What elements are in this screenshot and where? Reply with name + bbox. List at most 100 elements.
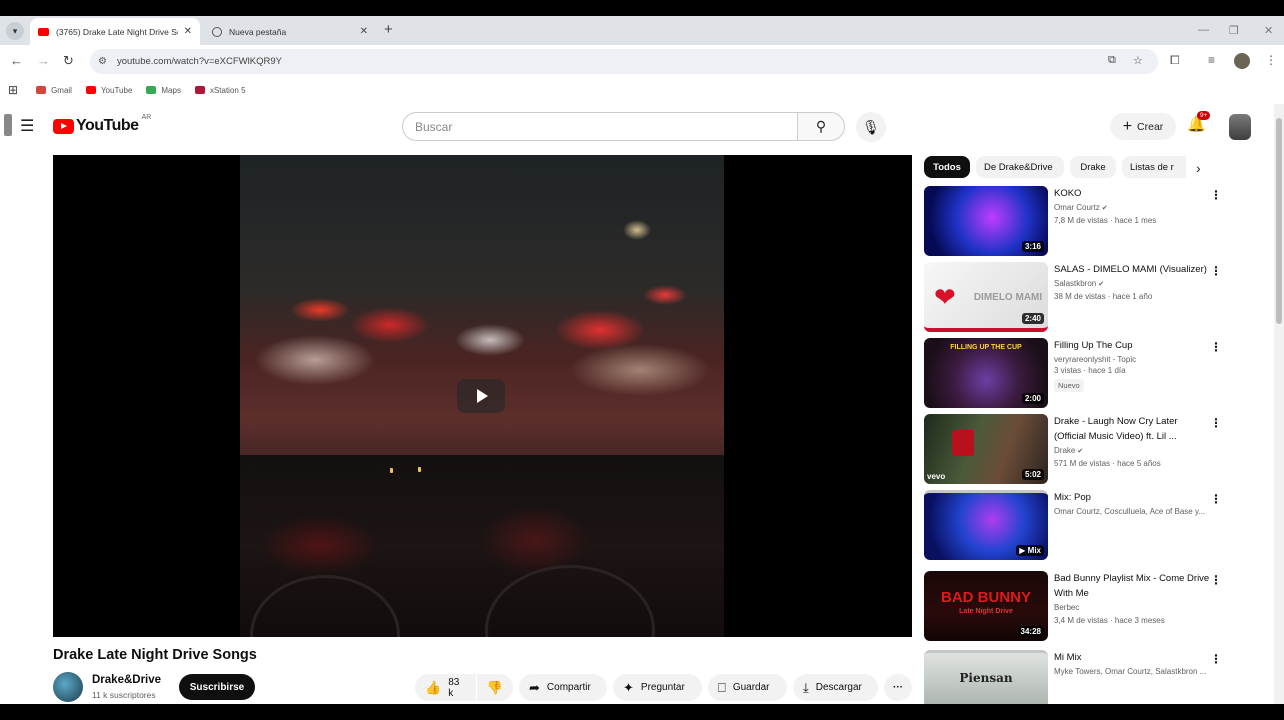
rec-title[interactable]: KOKO xyxy=(1054,186,1212,201)
rec-channel[interactable]: Drake xyxy=(1054,446,1075,455)
profile-avatar[interactable] xyxy=(1234,53,1250,69)
new-badge: Nuevo xyxy=(1054,379,1084,392)
back-icon[interactable]: ← xyxy=(10,53,23,69)
recommendation-item[interactable]: 3:16 KOKO Omar Courtz ✔ 7,8 M de vistas ·… xyxy=(924,186,1224,256)
youtube-logo[interactable]: YouTube AR xyxy=(53,114,151,135)
maximize-icon[interactable]: ❐ xyxy=(1229,24,1239,37)
browser-menu-icon[interactable]: ⋮ xyxy=(1265,53,1277,67)
rec-title[interactable]: Mi Mix xyxy=(1054,650,1212,665)
rec-menu-icon[interactable]: ⋮ xyxy=(1210,341,1222,353)
install-app-icon[interactable]: ⧉ xyxy=(1108,54,1116,67)
recommendation-item[interactable]: vevo 5:02 Drake - Laugh Now Cry Later (O… xyxy=(924,414,1224,484)
close-tab-icon[interactable]: ✕ xyxy=(184,26,192,37)
chip-todos[interactable]: Todos xyxy=(924,156,970,178)
video-thumbnail[interactable]: FILLING UP THE CUP 2:00 xyxy=(924,338,1048,408)
rec-menu-icon[interactable]: ⋮ xyxy=(1210,189,1222,201)
search-icon: ⚲ xyxy=(815,118,827,134)
chip-drake[interactable]: Drake xyxy=(1070,156,1116,178)
tab-search-button[interactable]: ▾ xyxy=(6,22,24,40)
rec-channel: Omar Courtz, Cosculluela, Ace of Base y.… xyxy=(1054,507,1206,516)
minimize-icon[interactable]: — xyxy=(1198,24,1209,36)
bookmark-youtube[interactable]: YouTube xyxy=(85,86,132,95)
close-tab-icon[interactable]: ✕ xyxy=(360,26,368,37)
video-thumbnail[interactable]: ▶ Mix xyxy=(924,490,1048,560)
more-actions-button[interactable]: ··· xyxy=(884,674,912,701)
rec-menu-icon[interactable]: ⋮ xyxy=(1210,574,1222,586)
video-thumbnail[interactable]: BAD BUNNY Late Night Drive 34:28 xyxy=(924,571,1048,641)
rec-channel[interactable]: Omar Courtz xyxy=(1054,203,1100,212)
subscribe-button[interactable]: Suscribirse xyxy=(179,674,255,700)
rec-title[interactable]: Mix: Pop xyxy=(1054,490,1212,505)
account-avatar[interactable] xyxy=(1229,114,1251,140)
thumb-text: DIMELO MAMI xyxy=(973,292,1043,303)
rec-channel[interactable]: veryrareonlyshit - Topic xyxy=(1054,355,1136,364)
rec-title[interactable]: Bad Bunny Playlist Mix - Come Drive With… xyxy=(1054,571,1212,601)
menu-hamburger-icon[interactable]: ☰ xyxy=(20,116,34,136)
channel-avatar[interactable] xyxy=(53,672,83,702)
channel-name[interactable]: Drake&Drive xyxy=(92,674,161,686)
rec-meta: 571 M de vistas · hace 5 años xyxy=(1054,459,1161,468)
tab-new[interactable]: Nueva pestaña ✕ xyxy=(204,18,376,45)
scrollbar-thumb[interactable] xyxy=(1276,118,1282,324)
rec-title[interactable]: SALAS - DIMELO MAMI (Visualizer) xyxy=(1054,262,1212,277)
rec-menu-icon[interactable]: ⋮ xyxy=(1210,417,1222,429)
rec-channel[interactable]: Salastkbron xyxy=(1054,279,1096,288)
verified-check-icon: ✔ xyxy=(1098,281,1105,288)
share-arrow-icon: ➦ xyxy=(529,679,540,695)
recommendation-item[interactable]: ❤ DIMELO MAMI 2:40 SALAS - DIMELO MAMI (… xyxy=(924,262,1224,332)
video-thumbnail[interactable]: ❤ DIMELO MAMI 2:40 xyxy=(924,262,1048,332)
rec-channel[interactable]: Berbec xyxy=(1054,603,1079,612)
notifications-button[interactable]: 🔔 9+ xyxy=(1187,111,1211,133)
bookmark-xstation[interactable]: xStation 5 xyxy=(194,86,246,95)
video-thumbnail[interactable]: 3:16 xyxy=(924,186,1048,256)
voice-search-button[interactable]: 🎙 xyxy=(856,112,886,142)
like-button[interactable]: 👍 83 k xyxy=(415,674,476,701)
page-scrollbar[interactable] xyxy=(1274,104,1284,704)
new-tab-button[interactable]: + xyxy=(384,22,393,38)
rec-menu-icon[interactable]: ⋮ xyxy=(1210,265,1222,277)
video-thumbnail[interactable]: vevo 5:02 xyxy=(924,414,1048,484)
chevron-right-icon[interactable]: › xyxy=(1196,160,1201,176)
rec-title[interactable]: Filling Up The Cup xyxy=(1054,338,1212,353)
like-count: 83 k xyxy=(448,676,460,699)
recommendation-item[interactable]: Piensan Mi Mix Myke Towers, Omar Courtz,… xyxy=(924,650,1224,704)
media-icon[interactable]: ≡ xyxy=(1208,53,1215,67)
create-button[interactable]: + Crear xyxy=(1110,113,1176,140)
address-bar[interactable]: ⚙ youtube.com/watch?v=eXCFWlKQR9Y ⧉ ☆ xyxy=(90,49,1158,74)
download-button[interactable]: ⤓ Descargar xyxy=(793,674,878,701)
video-thumbnail[interactable]: Piensan xyxy=(924,650,1048,704)
xstation-icon xyxy=(194,86,205,94)
site-info-icon[interactable]: ⚙ xyxy=(98,56,107,67)
chip-playlists[interactable]: Listas de r xyxy=(1122,156,1186,178)
thumbs-down-icon: 👎 xyxy=(486,679,504,695)
extensions-icon[interactable]: ⧠ xyxy=(1170,53,1180,68)
search-input[interactable]: Buscar xyxy=(402,112,798,141)
bookmark-maps[interactable]: Maps xyxy=(146,86,181,95)
recommendation-item[interactable]: FILLING UP THE CUP 2:00 Filling Up The C… xyxy=(924,338,1224,408)
save-label: Guardar xyxy=(732,682,770,693)
rec-meta: 3,4 M de vistas · hace 3 meses xyxy=(1054,616,1165,625)
youtube-icon xyxy=(85,86,96,94)
recommendation-item[interactable]: ▶ Mix Mix: Pop Omar Courtz, Cosculluela,… xyxy=(924,490,1224,560)
rec-menu-icon[interactable]: ⋮ xyxy=(1210,493,1222,505)
notification-badge: 9+ xyxy=(1197,111,1211,120)
chip-channel[interactable]: De Drake&Drive xyxy=(976,156,1064,178)
rec-menu-icon[interactable]: ⋮ xyxy=(1210,653,1222,665)
play-button[interactable] xyxy=(457,379,505,413)
search-button[interactable]: ⚲ xyxy=(797,112,845,141)
rec-title[interactable]: Drake - Laugh Now Cry Later (Official Mu… xyxy=(1054,414,1212,444)
forward-icon[interactable]: → xyxy=(37,53,50,69)
save-button[interactable]: ⎕ Guardar xyxy=(708,674,787,701)
close-window-icon[interactable]: ✕ xyxy=(1264,24,1273,37)
recommendation-item[interactable]: BAD BUNNY Late Night Drive 34:28 Bad Bun… xyxy=(924,571,1224,641)
apps-grid-icon[interactable]: ⊞ xyxy=(8,83,18,97)
video-player[interactable] xyxy=(53,155,912,637)
dislike-button[interactable]: 👎 xyxy=(477,674,513,701)
reload-icon[interactable]: ↻ xyxy=(63,53,74,69)
tab-youtube[interactable]: (3765) Drake Late Night Drive Son ✕ xyxy=(30,18,200,45)
bookmark-gmail[interactable]: Gmail xyxy=(36,86,72,95)
share-button[interactable]: ➦ Compartir xyxy=(519,674,607,701)
ask-button[interactable]: ✦ Preguntar xyxy=(613,674,702,701)
bookmark-star-icon[interactable]: ☆ xyxy=(1133,54,1143,67)
ask-label: Preguntar xyxy=(640,682,685,693)
